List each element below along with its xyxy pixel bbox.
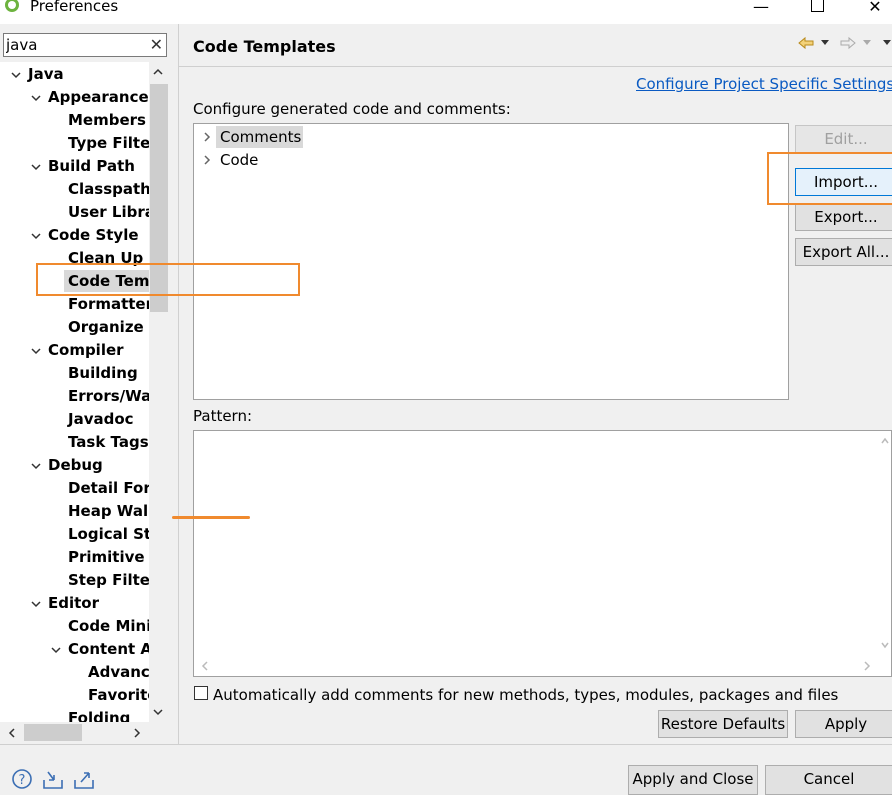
tree-item[interactable]: Code Style xyxy=(48,225,139,245)
pattern-scroll-left-icon[interactable] xyxy=(200,660,210,672)
tree-item[interactable]: Content As xyxy=(68,639,149,659)
tree-item[interactable]: Java xyxy=(28,64,64,84)
collapse-chevron-icon[interactable] xyxy=(30,161,42,173)
expand-code-icon[interactable] xyxy=(202,154,212,166)
collapse-chevron-icon[interactable] xyxy=(50,644,62,656)
tree-item[interactable]: Logical Stru xyxy=(68,524,149,544)
export-all-button[interactable]: Export All... xyxy=(795,238,892,266)
back-menu-chevron-icon[interactable] xyxy=(820,39,830,47)
collapse-chevron-icon[interactable] xyxy=(30,460,42,472)
collapse-chevron-icon[interactable] xyxy=(30,598,42,610)
tree-item[interactable]: Step Filteri xyxy=(68,570,149,590)
import-preferences-icon[interactable] xyxy=(42,768,64,790)
export-button[interactable]: Export... xyxy=(795,203,892,231)
tree-item[interactable]: Build Path xyxy=(48,156,135,176)
templates-tree[interactable] xyxy=(193,123,789,400)
auto-comment-checkbox[interactable] xyxy=(194,686,208,700)
back-arrow-icon[interactable] xyxy=(798,36,814,50)
filter-field[interactable]: ✕ xyxy=(3,33,167,57)
tree-item[interactable]: Favorite xyxy=(88,685,149,705)
tree-item[interactable]: Formatter xyxy=(68,294,149,314)
tree-item[interactable]: Folding xyxy=(68,708,130,722)
tree-item[interactable]: Debug xyxy=(48,455,103,475)
tree-item[interactable]: User Librar xyxy=(68,202,149,222)
pattern-label: Pattern: xyxy=(193,407,253,425)
tree-item[interactable]: Type Filters xyxy=(68,133,149,153)
cancel-button[interactable]: Cancel xyxy=(765,765,892,795)
tree-item[interactable]: Primitive D xyxy=(68,547,149,567)
spring-app-icon xyxy=(5,0,19,12)
tree-item[interactable]: Compiler xyxy=(48,340,124,360)
restore-defaults-button[interactable]: Restore Defaults xyxy=(658,710,788,738)
template-node-comments[interactable]: Comments xyxy=(220,127,301,147)
forward-arrow-icon[interactable] xyxy=(840,36,856,50)
annotation-highlight-tree xyxy=(36,263,300,296)
pattern-editor[interactable] xyxy=(193,430,892,677)
expand-comments-icon[interactable] xyxy=(202,131,212,143)
clear-filter-icon[interactable]: ✕ xyxy=(150,35,163,55)
scroll-down-icon[interactable] xyxy=(152,706,164,718)
scroll-left-icon[interactable] xyxy=(6,727,18,739)
footer-separator xyxy=(0,744,892,745)
minimize-icon[interactable]: — xyxy=(746,0,776,18)
scroll-right-icon[interactable] xyxy=(131,727,143,739)
tree-item[interactable]: Appearance xyxy=(48,87,149,107)
tree-horizontal-scroll-thumb[interactable] xyxy=(24,724,82,741)
filter-input[interactable] xyxy=(6,35,146,55)
configure-project-settings-link[interactable]: Configure Project Specific Settings... xyxy=(636,74,892,94)
tree-item[interactable]: Javadoc xyxy=(68,409,134,429)
svg-text:?: ? xyxy=(19,773,26,788)
maximize-icon[interactable] xyxy=(802,0,832,18)
close-window-icon[interactable]: ✕ xyxy=(860,0,890,18)
apply-and-close-button[interactable]: Apply and Close xyxy=(628,765,758,795)
pattern-scroll-up-icon[interactable] xyxy=(880,436,890,446)
pattern-scroll-right-icon[interactable] xyxy=(862,660,872,672)
collapse-chevron-icon[interactable] xyxy=(30,345,42,357)
preference-tree[interactable]: Java Appearance Members S Type Filters Build… xyxy=(0,62,149,722)
tree-item[interactable]: Errors/War xyxy=(68,386,149,406)
forward-menu-chevron-icon[interactable] xyxy=(862,39,872,47)
template-node-code[interactable]: Code xyxy=(220,150,258,170)
collapse-chevron-icon[interactable] xyxy=(10,69,22,81)
scroll-up-icon[interactable] xyxy=(152,66,164,78)
view-menu-icon[interactable] xyxy=(882,39,892,47)
pattern-scroll-down-icon[interactable] xyxy=(880,640,890,650)
tree-item[interactable]: Task Tags xyxy=(68,432,149,452)
annotation-stroke xyxy=(172,516,250,519)
annotation-highlight-import xyxy=(767,152,892,205)
page-title: Code Templates xyxy=(193,37,336,56)
panel-divider[interactable] xyxy=(178,24,179,744)
auto-comment-label[interactable]: Automatically add comments for new metho… xyxy=(213,685,838,705)
apply-button[interactable]: Apply xyxy=(795,710,892,738)
export-preferences-icon[interactable] xyxy=(73,768,95,790)
tree-item[interactable]: Editor xyxy=(48,593,99,613)
collapse-chevron-icon[interactable] xyxy=(30,92,42,104)
title-separator xyxy=(179,66,892,67)
configure-label: Configure generated code and comments: xyxy=(193,100,511,118)
window-title: Preferences xyxy=(30,0,119,15)
help-icon[interactable]: ? xyxy=(11,768,33,790)
tree-item[interactable]: Classpath V xyxy=(68,179,149,199)
tree-item[interactable]: Code Minin xyxy=(68,616,149,636)
tree-item[interactable]: Members S xyxy=(68,110,149,130)
collapse-chevron-icon[interactable] xyxy=(30,230,42,242)
tree-item[interactable]: Detail Form xyxy=(68,478,149,498)
tree-item[interactable]: Building xyxy=(68,363,138,383)
tree-item[interactable]: Heap Walk xyxy=(68,501,149,521)
edit-button[interactable]: Edit... xyxy=(795,125,892,153)
tree-item[interactable]: Organize In xyxy=(68,317,149,337)
tree-item[interactable]: Advanc xyxy=(88,662,149,682)
